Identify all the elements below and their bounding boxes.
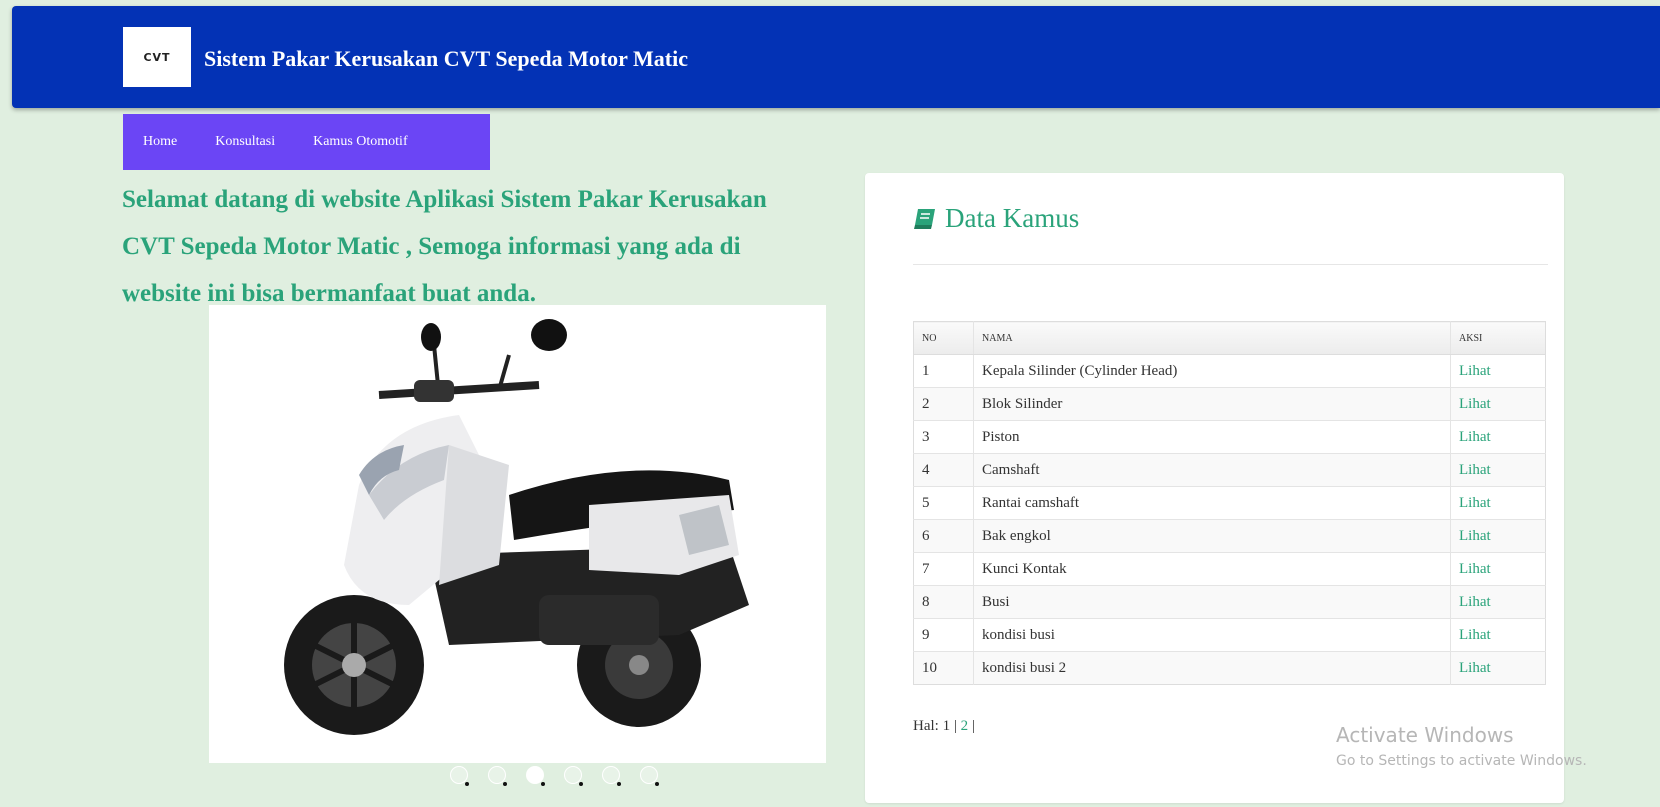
pager-separator: | [971,718,975,734]
header-no: NO [913,321,974,355]
carousel-dot[interactable] [602,766,621,786]
lihat-link[interactable]: Lihat [1450,585,1546,619]
watermark-title: Activate Windows [1336,723,1514,747]
row-no: 2 [913,387,974,421]
row-nama: kondisi busi [973,618,1451,652]
row-nama: Rantai camshaft [973,486,1451,520]
kamus-table: NO NAMA AKSI 1 Kepala Silinder (Cylinder… [913,321,1546,685]
table-row: 6 Bak engkol Lihat [913,519,1546,553]
panel-divider [913,264,1548,265]
row-nama: kondisi busi 2 [973,651,1451,685]
top-header: CVT Sistem Pakar Kerusakan CVT Sepeda Mo… [12,6,1660,108]
welcome-text: Selamat datang di website Aplikasi Siste… [122,186,767,307]
table-row: 9 kondisi busi Lihat [913,618,1546,652]
table-row: 8 Busi Lihat [913,585,1546,619]
row-nama: Bak engkol [973,519,1451,553]
kamus-panel: Data Kamus NO NAMA AKSI 1 Kepala Silinde… [865,173,1564,803]
lihat-link[interactable]: Lihat [1450,453,1546,487]
lihat-link[interactable]: Lihat [1450,651,1546,685]
lihat-link[interactable]: Lihat [1450,618,1546,652]
lihat-link[interactable]: Lihat [1450,387,1546,421]
nav-konsultasi[interactable]: Konsultasi [215,134,275,150]
row-nama: Busi [973,585,1451,619]
pager-label: Hal: [913,718,939,734]
lihat-link[interactable]: Lihat [1450,354,1546,388]
book-icon [914,208,935,229]
main-nav: Home Konsultasi Kamus Otomotif [123,114,490,170]
table-header-row: NO NAMA AKSI [913,321,1546,355]
row-no: 9 [913,618,974,652]
carousel-indicators [450,766,659,786]
row-nama: Piston [973,420,1451,454]
table-row: 3 Piston Lihat [913,420,1546,454]
scooter-image [284,319,749,735]
watermark-subtitle: Go to Settings to activate Windows. [1336,753,1587,769]
row-no: 1 [913,354,974,388]
table-row: 10 kondisi busi 2 Lihat [913,651,1546,685]
table-row: 5 Rantai camshaft Lihat [913,486,1546,520]
row-no: 8 [913,585,974,619]
lihat-link[interactable]: Lihat [1450,552,1546,586]
nav-home[interactable]: Home [143,134,177,150]
cvt-logo[interactable]: CVT [123,27,191,87]
lihat-link[interactable]: Lihat [1450,519,1546,553]
row-nama: Blok Silinder [973,387,1451,421]
lihat-link[interactable]: Lihat [1450,420,1546,454]
pager-current: 1 [942,718,951,734]
row-no: 6 [913,519,974,553]
pager-link-2[interactable]: 2 [961,718,969,734]
table-row: 2 Blok Silinder Lihat [913,387,1546,421]
row-no: 5 [913,486,974,520]
nav-kamus-otomotif[interactable]: Kamus Otomotif [313,134,408,150]
header-aksi: AKSI [1450,321,1546,355]
panel-title-text: Data Kamus [945,203,1080,233]
row-no: 4 [913,453,974,487]
table-row: 7 Kunci Kontak Lihat [913,552,1546,586]
carousel-dot[interactable] [488,766,507,786]
header-nama: NAMA [973,321,1451,355]
image-carousel[interactable] [209,305,826,763]
row-nama: Kepala Silinder (Cylinder Head) [973,354,1451,388]
table-row: 4 Camshaft Lihat [913,453,1546,487]
carousel-dot[interactable] [564,766,583,786]
carousel-dot[interactable] [450,766,469,786]
row-no: 7 [913,552,974,586]
row-no: 10 [913,651,974,685]
table-row: 1 Kepala Silinder (Cylinder Head) Lihat [913,354,1546,388]
panel-title: Data Kamus [913,203,1079,234]
lihat-link[interactable]: Lihat [1450,486,1546,520]
row-nama: Kunci Kontak [973,552,1451,586]
row-no: 3 [913,420,974,454]
carousel-dot-active[interactable] [526,766,545,786]
pager-separator: | [953,718,957,734]
row-nama: Camshaft [973,453,1451,487]
activate-windows-watermark: Activate Windows Go to Settings to activ… [1336,723,1587,769]
app-title[interactable]: Sistem Pakar Kerusakan CVT Sepeda Motor … [204,46,688,72]
pagination: Hal: 1 | 2 | [913,718,975,735]
carousel-dot[interactable] [640,766,659,786]
